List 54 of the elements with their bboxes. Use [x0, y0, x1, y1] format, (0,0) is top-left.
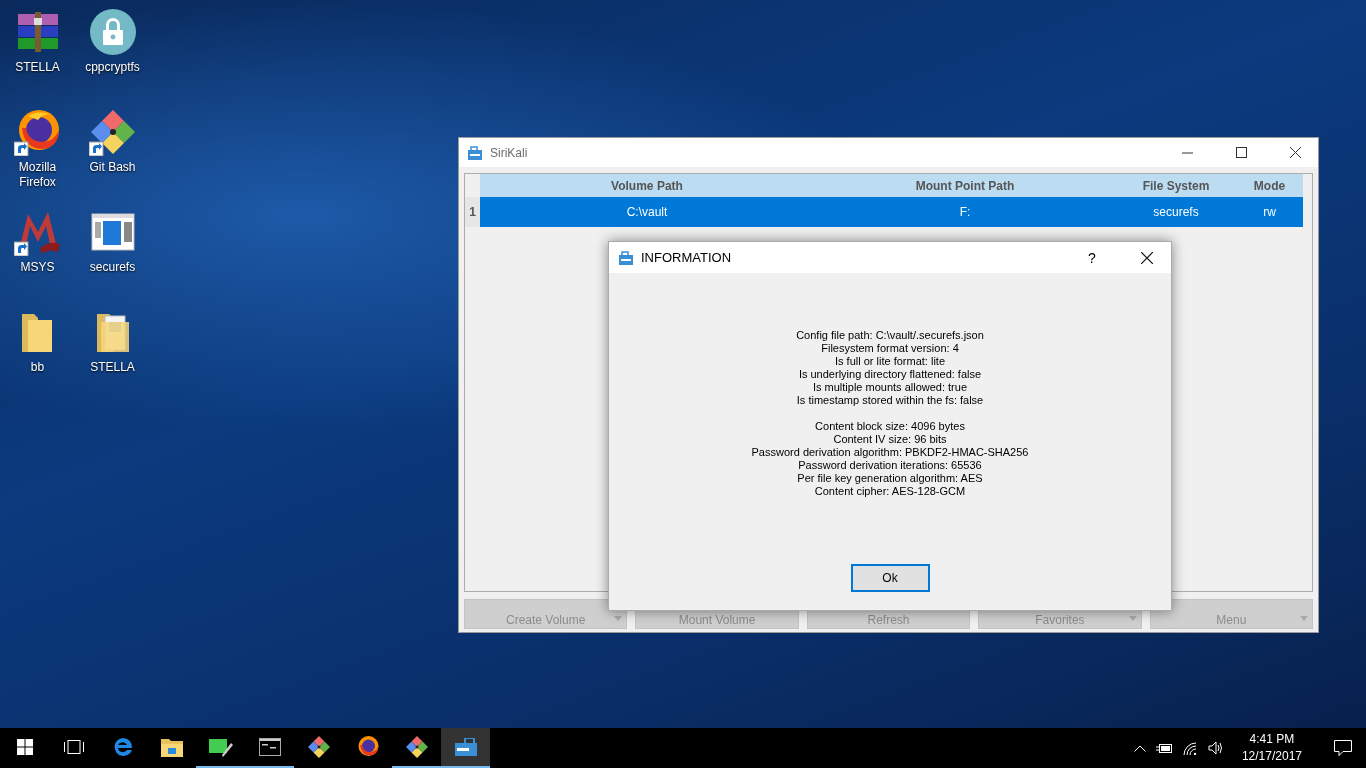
- window-title: SiriKali: [490, 145, 529, 160]
- row-number: 1: [465, 197, 480, 227]
- wifi-icon: [1181, 741, 1198, 755]
- colored-diamond-icon: [306, 735, 331, 759]
- colored-diamond-icon: [404, 735, 429, 759]
- notification-icon: [1334, 740, 1352, 756]
- desktop-shortcut[interactable]: STELLA: [1, 8, 74, 108]
- close-icon: [1289, 147, 1301, 158]
- task-view-icon: [63, 740, 84, 754]
- ok-button[interactable]: Ok: [850, 564, 930, 592]
- info-line: Content IV size: 96 bits: [833, 433, 947, 446]
- column-header[interactable]: Mode: [1236, 174, 1303, 197]
- info-line: Password derivation iterations: 65536: [798, 459, 982, 472]
- info-line: Is underlying directory flattened: false: [798, 368, 982, 381]
- info-line: Config file path: C:\vault/.securefs.json: [796, 329, 984, 342]
- clock-date: 12/17/2017: [1241, 748, 1302, 765]
- clock-time: 4:41 PM: [1249, 731, 1295, 748]
- terminal-icon: [258, 738, 281, 756]
- info-line: Is multiple mounts allowed: true: [812, 381, 968, 394]
- desktop-shortcut[interactable]: securefs: [76, 208, 149, 308]
- taskbar-button[interactable]: [441, 728, 490, 768]
- column-header[interactable]: Volume Path: [480, 174, 814, 197]
- clock[interactable]: 4:41 PM 12/17/2017: [1233, 731, 1310, 765]
- dropdown-arrow-icon: [1128, 616, 1137, 621]
- desktop-shortcut[interactable]: Git Bash: [76, 108, 149, 208]
- info-line: Password derivation algorithm: PBKDF2-HMAC-SHA256: [751, 446, 1029, 459]
- chevron-up-icon: [1133, 744, 1146, 752]
- table-cell[interactable]: securefs: [1116, 197, 1236, 227]
- table-cell[interactable]: C:\vault: [480, 197, 814, 227]
- help-button[interactable]: ?: [1069, 249, 1115, 266]
- dropdown-arrow-icon: [1300, 616, 1309, 621]
- info-line: Content block size: 4096 bytes: [815, 420, 965, 433]
- column-header[interactable]: File System: [1116, 174, 1236, 197]
- desktop-shortcut[interactable]: MSYS: [1, 208, 74, 308]
- dropdown-arrow-icon: [614, 616, 623, 621]
- info-line: Is timestamp stored within the fs: false: [796, 394, 984, 407]
- desktop-shortcut[interactable]: cppcryptfs: [76, 8, 149, 108]
- maximize-icon: [1235, 147, 1247, 158]
- info-line: Per file key generation algorithm: AES: [797, 472, 983, 485]
- dialog-title: INFORMATION: [641, 250, 733, 265]
- desktop-shortcut[interactable]: bb: [1, 308, 74, 408]
- speaker-icon: [1207, 741, 1224, 755]
- column-header[interactable]: Mount Point Path: [814, 174, 1116, 197]
- info-line: Filesystem format version: 4: [821, 342, 959, 355]
- folder-icon: [160, 737, 183, 757]
- table-cell[interactable]: F:: [814, 197, 1116, 227]
- close-icon: [1141, 251, 1153, 264]
- desktop-shortcut[interactable]: STELLA: [76, 308, 149, 408]
- info-line: Content cipher: AES-128-GCM: [814, 485, 966, 498]
- table-cell[interactable]: rw: [1236, 197, 1303, 227]
- desktop-shortcut[interactable]: Mozilla Firefox: [1, 108, 74, 208]
- windows-logo-icon: [16, 739, 33, 755]
- battery-icon: [1155, 743, 1172, 753]
- info-line: Is full or lite format: lite: [834, 355, 945, 368]
